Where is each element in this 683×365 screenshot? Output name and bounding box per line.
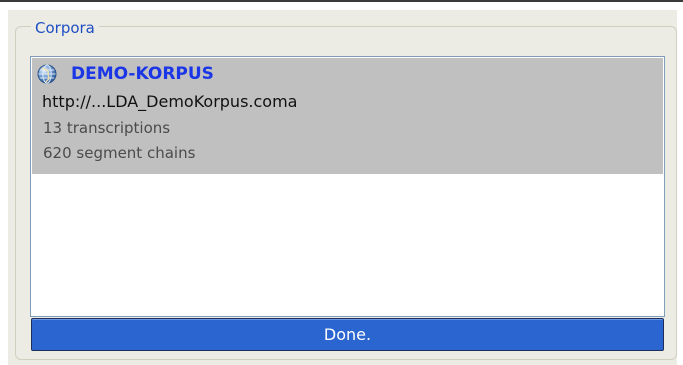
list-item-demo-korpus[interactable]: DEMO-KORPUS http://...LDA_DemoKorpus.com…: [32, 58, 663, 174]
corpus-url: http://...LDA_DemoKorpus.coma: [42, 92, 298, 111]
corpus-list[interactable]: DEMO-KORPUS http://...LDA_DemoKorpus.com…: [30, 56, 665, 317]
window-top-divider: [0, 0, 683, 2]
progress-status-bar: Done.: [31, 318, 664, 351]
groupbox-title: Corpora: [31, 18, 99, 38]
corpus-segment-chains-count: 620 segment chains: [43, 144, 196, 162]
corpus-name: DEMO-KORPUS: [71, 64, 214, 84]
status-text: Done.: [323, 325, 372, 344]
corpus-transcriptions-count: 13 transcriptions: [43, 119, 171, 137]
globe-icon: [37, 64, 57, 84]
